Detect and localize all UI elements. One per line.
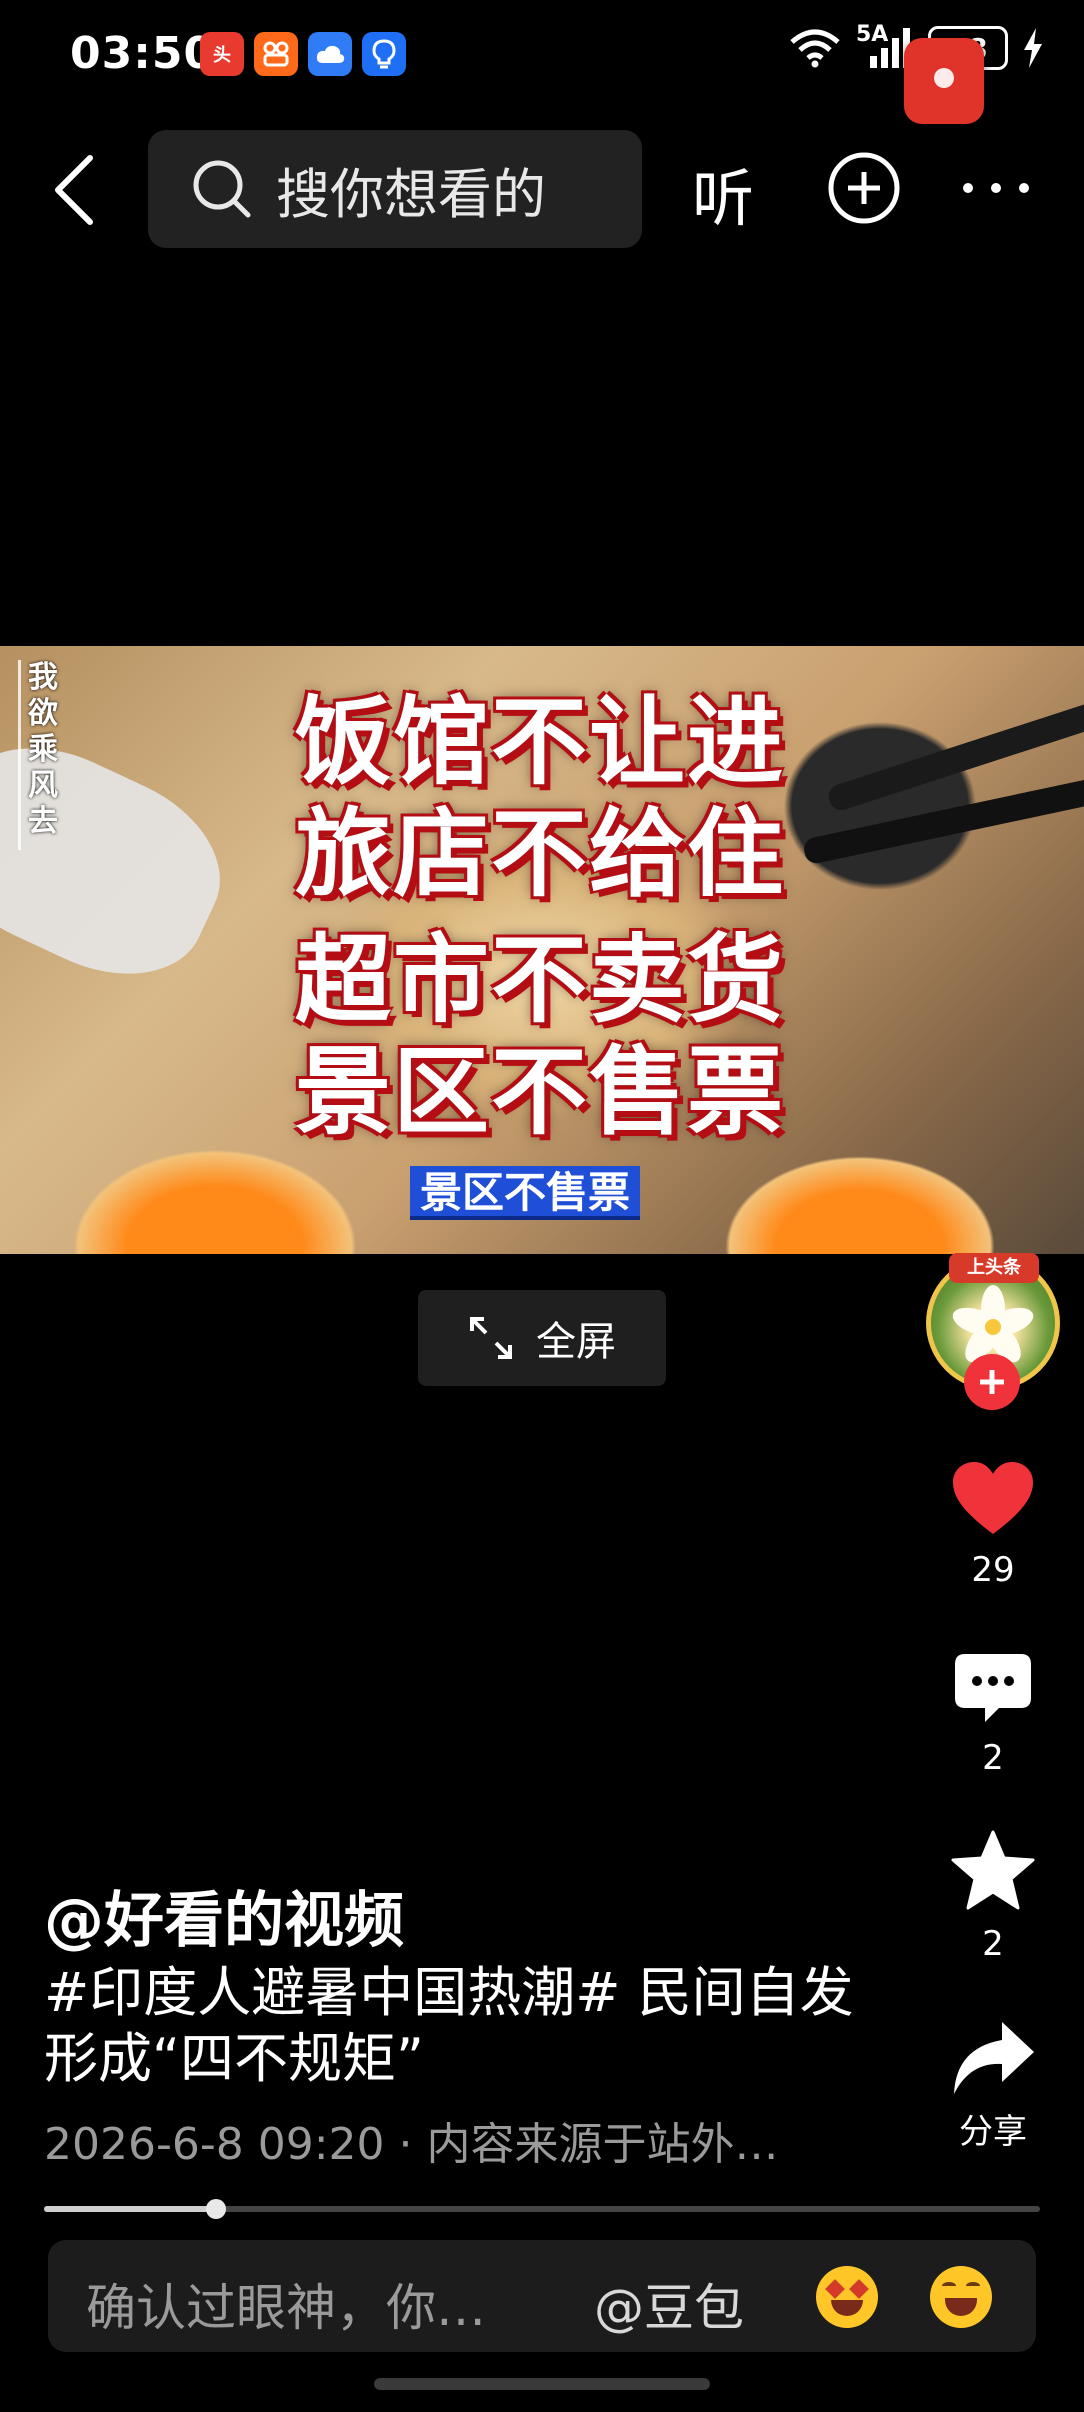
mention-doubao-button[interactable]: @豆包 [594, 2268, 744, 2340]
video-caption: 饭馆不让进 旅店不给住 超市不卖货 景区不售票 [295, 686, 795, 1148]
author-name[interactable]: @好看的视频 [44, 1872, 404, 1959]
search-placeholder: 搜你想看的 [276, 162, 546, 226]
star-icon [951, 1830, 1035, 1910]
search-icon [193, 160, 251, 218]
app-orange-icon [254, 32, 298, 76]
publish-button[interactable] [826, 150, 902, 226]
video-subtitle: 景区不售票 [410, 1166, 641, 1220]
comment-placeholder: 确认过眼神，你… [86, 2279, 486, 2337]
caption-line: 旅店不给住 [295, 798, 785, 910]
toutiao-icon: 头 [200, 32, 244, 76]
share-arrow-icon [954, 2022, 1034, 2094]
share-button[interactable]: 分享 [940, 2020, 1046, 2153]
share-label: 分享 [959, 2112, 1027, 2152]
floating-red-packet[interactable] [904, 38, 984, 124]
post-meta: 2026-6-8 09:20 · 内容来源于站外… [44, 2119, 779, 2170]
cloud-icon [308, 32, 352, 76]
comment-input[interactable]: 确认过眼神，你… @豆包 [48, 2240, 1036, 2352]
heart-icon [953, 1462, 1033, 1534]
caption-line: 饭馆不让进 [295, 686, 785, 798]
status-time: 03:50 [70, 28, 216, 79]
fullscreen-button[interactable]: 全屏 [418, 1290, 666, 1386]
more-dots-icon [963, 183, 1029, 193]
follow-button[interactable] [964, 1354, 1020, 1410]
search-input[interactable]: 搜你想看的 [148, 130, 642, 248]
video-progress-bar[interactable] [44, 2199, 1040, 2219]
favorite-button[interactable]: 2 [940, 1830, 1046, 1964]
video-watermark: 我欲乘风去 [28, 660, 58, 839]
comment-bubble-icon [955, 1654, 1031, 1722]
notification-icons: 头 [200, 32, 406, 76]
back-arrow-icon [55, 155, 93, 225]
wifi-icon [790, 29, 840, 68]
video-player[interactable]: 我欲乘风去 饭馆不让进 旅店不给住 超市不卖货 景区不售票 景区不售票 [0, 646, 1084, 1254]
fullscreen-label: 全屏 [536, 1319, 616, 1365]
star-eyes-emoji-icon[interactable] [816, 2266, 878, 2328]
caption-line: 超市不卖货 [295, 924, 785, 1036]
favorite-count: 2 [982, 1924, 1004, 1964]
plus-icon [980, 1370, 1004, 1394]
like-count: 29 [971, 1550, 1015, 1590]
comment-button[interactable]: 2 [940, 1652, 1046, 1778]
like-button[interactable]: 29 [940, 1460, 1046, 1590]
post-description[interactable]: #印度人避暑中国热潮# 民间自发形成“四不规矩” [44, 1960, 864, 2092]
watermark-line [18, 660, 21, 850]
comment-count: 2 [982, 1738, 1004, 1778]
status-bar: 03:50 头 5A 48 [0, 0, 1084, 124]
home-indicator[interactable] [374, 2378, 710, 2390]
expand-icon [470, 1317, 512, 1359]
progress-handle[interactable] [206, 2199, 227, 2219]
back-button[interactable] [48, 150, 108, 230]
progress-fill [44, 2206, 217, 2212]
laughing-emoji-icon[interactable] [930, 2266, 992, 2328]
more-button[interactable] [958, 150, 1034, 226]
plus-circle-icon [828, 152, 900, 224]
caption-line: 景区不售票 [295, 1036, 785, 1148]
listen-button[interactable]: 听 [692, 148, 754, 238]
bulb-icon [362, 32, 406, 76]
charging-icon [1024, 28, 1042, 68]
